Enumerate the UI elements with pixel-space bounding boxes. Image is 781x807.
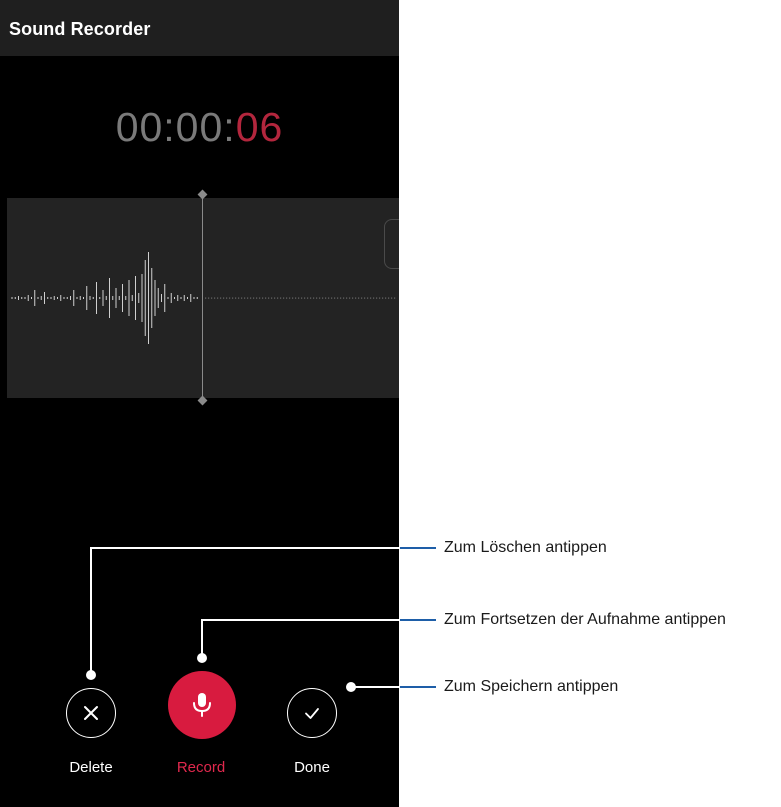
callout-line-delete — [90, 547, 400, 675]
callout-delete: Zum Löschen antippen — [444, 539, 607, 556]
callout-dot-delete — [86, 670, 96, 680]
callout-lines — [86, 547, 436, 692]
callout-dot-done — [346, 682, 356, 692]
callout-record: Zum Fortsetzen der Aufnahme antippen — [444, 611, 726, 628]
callout-dot-record — [197, 653, 207, 663]
callout-done: Zum Speichern antippen — [444, 678, 619, 695]
callout-line-record — [201, 619, 400, 658]
